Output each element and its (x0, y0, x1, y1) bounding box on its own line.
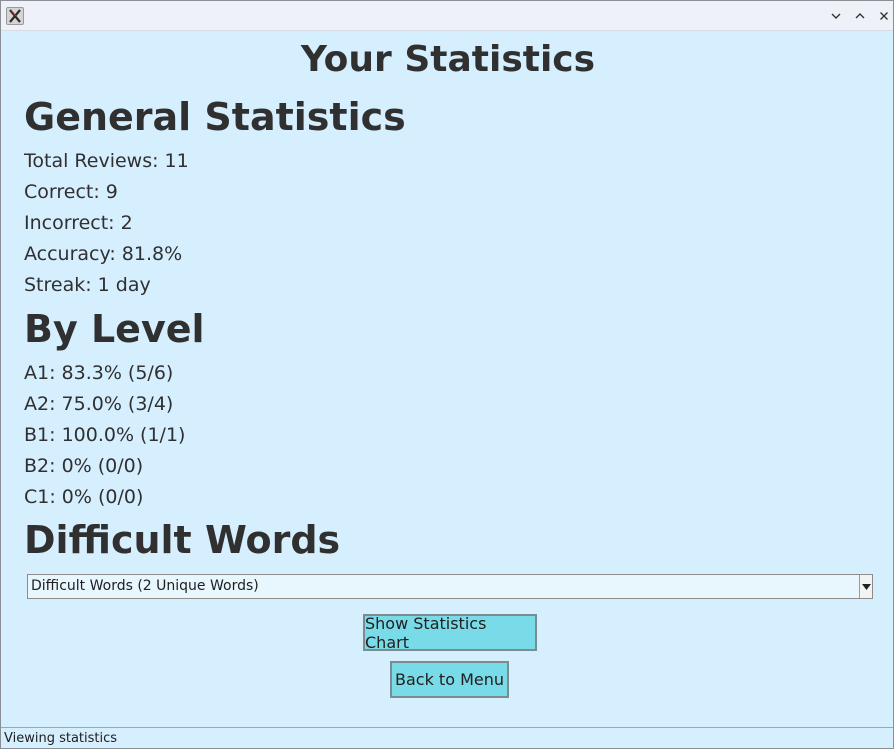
statistics-content: Your Statistics General Statistics Total… (1, 32, 893, 727)
app-window: Your Statistics General Statistics Total… (0, 0, 894, 749)
correct-stat: Correct: 9 (24, 181, 118, 203)
level-a2-stat: A2: 75.0% (3/4) (24, 393, 174, 415)
x-app-icon (6, 7, 24, 25)
level-c1-stat: C1: 0% (0/0) (24, 486, 144, 508)
status-text: Viewing statistics (4, 731, 118, 746)
total-reviews-stat: Total Reviews: 11 (24, 150, 189, 172)
page-title: Your Statistics (300, 39, 596, 80)
dropdown-arrow-icon[interactable] (859, 575, 872, 598)
difficult-words-heading: Difficult Words (24, 518, 341, 562)
streak-stat: Streak: 1 day (24, 274, 151, 296)
level-a1-stat: A1: 83.3% (5/6) (24, 362, 174, 384)
difficult-words-dropdown-value: Difficult Words (2 Unique Words) (31, 578, 259, 594)
difficult-words-dropdown[interactable]: Difficult Words (2 Unique Words) (27, 574, 873, 599)
maximize-icon[interactable] (852, 8, 868, 24)
back-to-menu-button[interactable]: Back to Menu (390, 661, 509, 698)
minimize-icon[interactable] (828, 8, 844, 24)
accuracy-stat: Accuracy: 81.8% (24, 243, 183, 265)
status-bar: Viewing statistics (1, 727, 893, 748)
incorrect-stat: Incorrect: 2 (24, 212, 133, 234)
general-statistics-heading: General Statistics (24, 95, 406, 139)
level-b1-stat: B1: 100.0% (1/1) (24, 424, 186, 446)
show-statistics-chart-button[interactable]: Show Statistics Chart (363, 614, 537, 652)
title-bar[interactable] (1, 1, 893, 31)
level-b2-stat: B2: 0% (0/0) (24, 455, 144, 477)
by-level-heading: By Level (24, 307, 205, 351)
close-icon[interactable] (876, 8, 892, 24)
